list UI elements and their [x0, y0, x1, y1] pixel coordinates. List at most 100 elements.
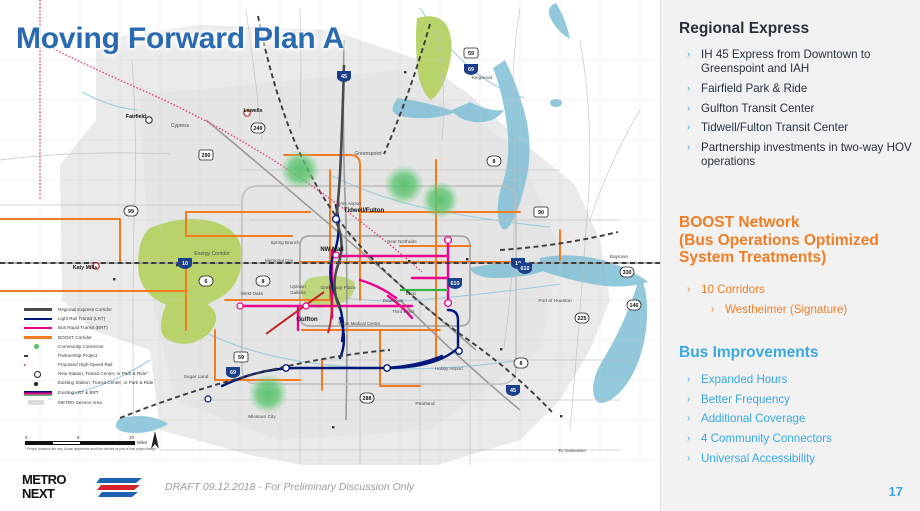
chevron-right-icon: › — [687, 102, 691, 114]
list-item-label: 4 Community Connectors — [701, 432, 832, 446]
map-place-label: To Galveston — [558, 448, 586, 454]
map-place-label: Spring Branch — [270, 240, 300, 245]
list-item-label: Gulfton Transit Center — [701, 101, 815, 115]
highway-shield-label: 45 — [341, 74, 347, 80]
list-item-label: Better Frequency — [701, 392, 790, 406]
map-place-label: West Oaks — [241, 291, 264, 296]
highway-shield-label: 610 — [451, 281, 460, 287]
list-item-label: Tidwell/Fulton Transit Center — [701, 121, 849, 135]
boost-network-list: › 10 Corridors › Westheimer (Signature) — [679, 283, 915, 322]
legend-item: Community Connector — [24, 343, 184, 350]
map-place-label: Pearland — [415, 401, 435, 407]
chevron-right-icon: › — [687, 284, 691, 295]
map-place-label: Tidwell/Fulton — [344, 208, 385, 214]
map-place-label: Cypress — [171, 123, 190, 129]
metro-next-logo: METRO NEXT — [22, 473, 146, 503]
legend-item: New Station, Transit Center, or Park & R… — [24, 371, 184, 379]
highway-shield: 8 — [513, 357, 529, 369]
regional-express-line-icon — [24, 306, 54, 313]
map-panel[interactable]: Fairfield Cypress Lowells Katy Mills Energy … — [0, 0, 660, 511]
map-scale-bar: 0 5 10 Miles — [25, 435, 147, 445]
legend-item: BOOST Corridor — [24, 334, 184, 341]
highway-shield-label: 59 — [238, 355, 244, 361]
logo-line-metro: METRO — [22, 472, 67, 487]
highway-shield-label: 249 — [254, 126, 263, 132]
map-place-label: Gulfton — [296, 317, 318, 323]
highway-shield: 59 — [233, 351, 249, 363]
highway-shield-label: 59 — [468, 51, 474, 57]
bus-improvements-list: › Expanded Hours › Better Frequency › Addit… — [679, 373, 915, 472]
highway-shield-label: 330 — [623, 270, 632, 276]
highway-shield-label: 610 — [521, 266, 530, 272]
north-arrow-icon — [151, 431, 159, 449]
metro-swoosh-icon — [96, 478, 142, 497]
map-place-label: Katy Mills — [73, 265, 97, 271]
highway-shield: 146 — [626, 299, 642, 311]
boost-network-heading: BOOST Network — [679, 214, 800, 231]
highway-shield-label: 288 — [363, 396, 372, 402]
map-place-label: Greenway Plaza — [320, 285, 356, 291]
list-item: › Universal Accessibility — [679, 452, 915, 466]
highway-shield: 290 — [198, 149, 214, 161]
map-place-label: Energy Corridor — [194, 251, 230, 257]
content-panel: Regional Express › IH 45 Express from Dow… — [660, 0, 920, 511]
list-item-label: Westheimer (Signature) — [725, 302, 848, 316]
chevron-right-icon: › — [687, 49, 691, 60]
brt-line-icon — [24, 325, 54, 332]
list-item: › Expanded Hours — [679, 373, 915, 387]
list-item: › 4 Community Connectors — [679, 432, 915, 446]
legend-item: Proposed High-Speed Rail — [24, 362, 184, 369]
list-item-label: Fairfield Park & Ride — [701, 81, 808, 95]
highway-shield: 45 — [337, 71, 351, 82]
chevron-right-icon: › — [687, 413, 691, 425]
highway-shield-label: 10 — [182, 261, 188, 267]
boost-network-subheading: (Bus Operations Optimized System Treatme… — [679, 231, 879, 267]
chevron-right-icon: › — [711, 303, 715, 315]
highway-shield-label: 6 — [205, 279, 208, 285]
service-area-swatch-icon — [24, 399, 54, 406]
legend-item: Light Rail Transit (LRT) — [24, 315, 184, 322]
chevron-right-icon: › — [687, 433, 691, 445]
scale-tick-10: 10 — [129, 435, 134, 440]
chevron-right-icon: › — [687, 374, 691, 385]
highway-shield-label: 45 — [510, 388, 516, 394]
map-place-label: Eado — [406, 291, 417, 296]
highway-shield: 59 — [463, 47, 479, 59]
list-item: › Additional Coverage — [679, 412, 915, 426]
new-station-ring-icon — [24, 371, 54, 379]
highway-shield: 99 — [123, 205, 139, 217]
list-item-label: Additional Coverage — [701, 412, 806, 426]
logo-line-next: NEXT — [22, 485, 55, 501]
list-item: › Fairfield Park & Ride — [679, 82, 915, 96]
map-place-label: Near Northside — [387, 239, 417, 244]
map-legend: Regional Express Corridor Light Rail Tra… — [24, 306, 184, 408]
map-place-label: IAH Airport — [339, 201, 362, 206]
highway-shield-label: 290 — [202, 153, 211, 159]
map-place-label: Third Ward — [392, 309, 414, 314]
list-item-sub: › Westheimer (Signature) — [679, 303, 915, 317]
map-place-label: Lowells — [243, 108, 262, 114]
highway-shield: 8 — [486, 155, 502, 167]
highway-shield: 8 — [255, 275, 271, 287]
highway-shield: 249 — [250, 122, 266, 134]
scale-tick-5: 5 — [77, 435, 80, 440]
highway-shield-label: 69 — [230, 370, 236, 376]
highway-shield: 45 — [506, 385, 520, 396]
map-place-label: Memorial City — [265, 258, 294, 263]
map-place-label: Hobby Airport — [435, 366, 464, 371]
highway-shield: 90 — [533, 206, 549, 218]
legend-item: Existing LRT & BRT — [24, 390, 184, 397]
boost-line-icon — [24, 334, 54, 341]
highway-shield-label: 225 — [578, 316, 587, 322]
highway-shield: 288 — [359, 392, 375, 404]
list-item: › Tidwell/Fulton Transit Center — [679, 121, 915, 135]
map-place-label: Greenspoint — [354, 151, 382, 157]
map-place-label: Uptown — [290, 284, 306, 289]
list-item-label: Partnership investments in two-way HOV o… — [701, 141, 912, 169]
boost-network-heading-block: BOOST Network (Bus Operations Optimized … — [679, 214, 915, 267]
highway-shield-label: 8 — [262, 279, 265, 285]
map-place-label: Port of Houston — [538, 298, 572, 304]
chevron-right-icon: › — [687, 393, 691, 405]
highway-shield: 610 — [448, 278, 462, 289]
highway-shield: 610 — [518, 263, 532, 274]
